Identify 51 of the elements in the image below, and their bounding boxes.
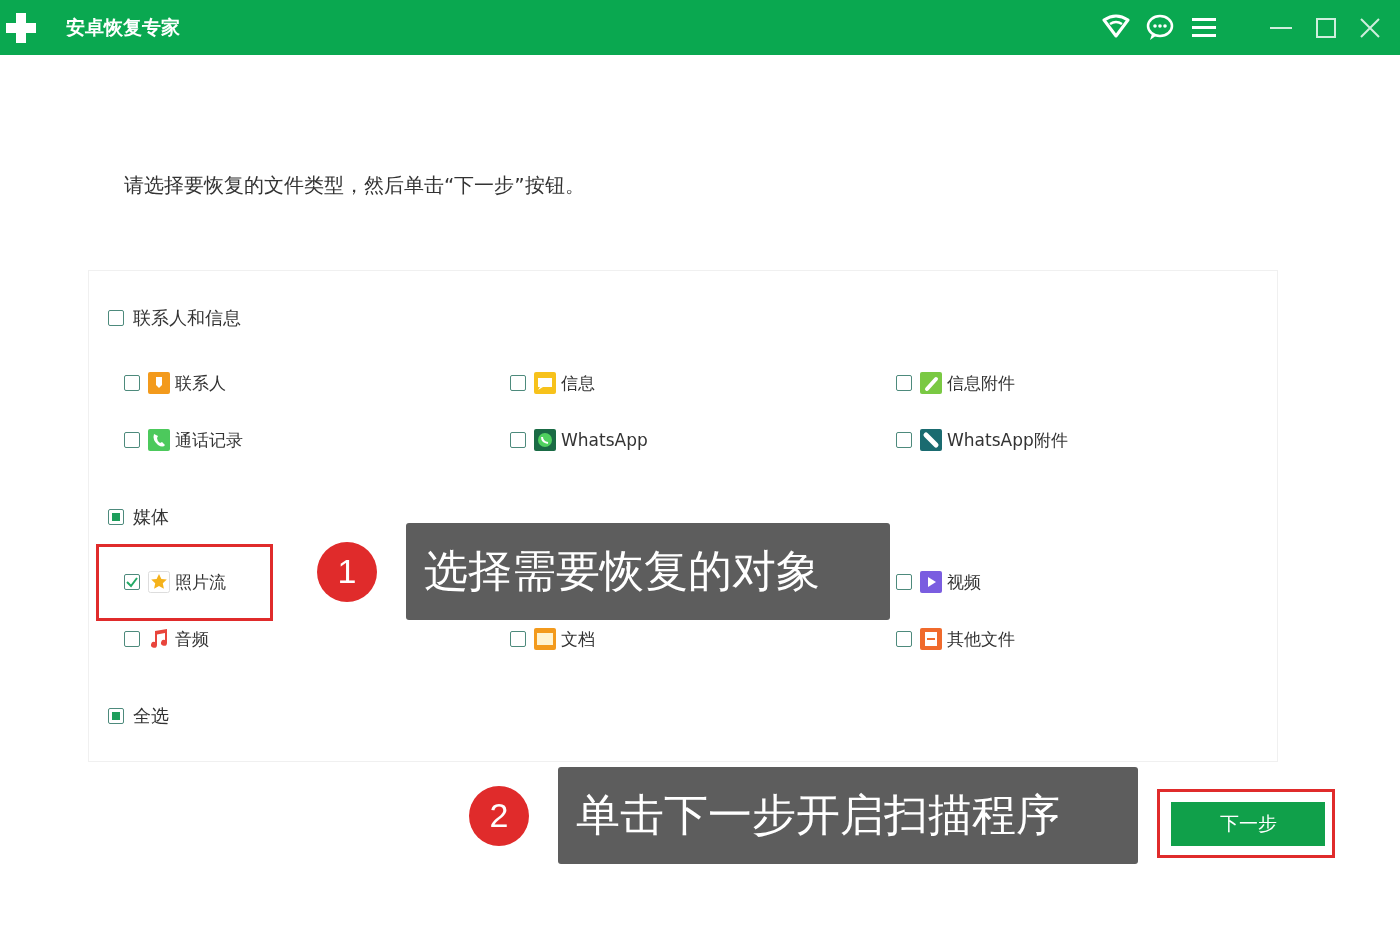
play-icon — [920, 571, 942, 593]
checkbox[interactable] — [510, 432, 526, 448]
option-label: 音频 — [175, 627, 209, 651]
contact-card-icon — [148, 372, 170, 394]
checkbox[interactable] — [896, 375, 912, 391]
step-number: 1 — [317, 541, 377, 602]
checkbox[interactable] — [108, 708, 124, 724]
option-label: WhatsApp附件 — [947, 428, 1068, 452]
chat-icon — [1146, 13, 1174, 42]
chat-bubble-icon — [534, 429, 556, 451]
option-label: 通话记录 — [175, 428, 243, 452]
checkbox[interactable] — [510, 631, 526, 647]
group-label: 媒体 — [133, 505, 169, 529]
message-icon — [534, 372, 556, 394]
document-icon — [534, 628, 556, 650]
paperclip-icon — [920, 429, 942, 451]
option-label: WhatsApp — [561, 430, 648, 450]
callout-label: 选择需要恢复的对象 — [406, 523, 890, 620]
checkbox[interactable] — [510, 375, 526, 391]
group-label: 联系人和信息 — [133, 306, 241, 330]
step-number: 2 — [469, 785, 529, 846]
checkbox[interactable] — [124, 375, 140, 391]
phone-icon — [148, 429, 170, 451]
close-icon — [1360, 17, 1380, 38]
option-label: 照片流 — [175, 570, 226, 594]
option-label: 信息 — [561, 371, 595, 395]
option-label: 联系人 — [175, 371, 226, 395]
checkbox[interactable] — [124, 631, 140, 647]
callout-label: 单击下一步开启扫描程序 — [558, 767, 1138, 864]
option-label: 文档 — [561, 627, 595, 651]
checkbox[interactable] — [108, 509, 124, 525]
checkbox[interactable] — [896, 574, 912, 590]
checkbox[interactable] — [108, 310, 124, 326]
chat-button[interactable] — [1146, 13, 1174, 42]
cross-logo-icon — [4, 10, 38, 45]
checkbox[interactable] — [896, 432, 912, 448]
checkbox[interactable] — [124, 574, 140, 590]
checkbox[interactable] — [124, 432, 140, 448]
minimize-icon — [1270, 26, 1292, 29]
file-icon — [920, 628, 942, 650]
option-label: 视频 — [947, 570, 981, 594]
option-label: 信息附件 — [947, 371, 1015, 395]
window-title: 安卓恢复专家 — [66, 14, 180, 40]
next-button[interactable]: 下一步 — [1171, 802, 1325, 846]
instruction-text: 请选择要恢复的文件类型，然后单击“下一步”按钮。 — [124, 172, 585, 199]
maximize-icon — [1316, 17, 1336, 38]
group-label: 全选 — [133, 704, 169, 728]
music-note-icon — [148, 628, 170, 650]
paperclip-icon — [920, 372, 942, 394]
checkbox[interactable] — [896, 631, 912, 647]
option-label: 其他文件 — [947, 627, 1015, 651]
